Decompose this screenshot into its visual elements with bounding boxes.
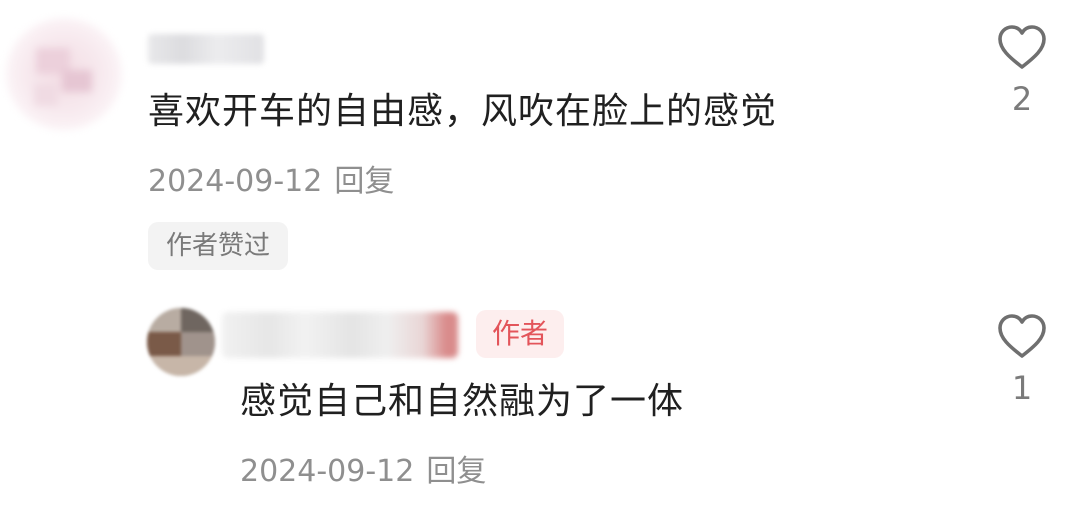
author-badge: 作者 [476, 310, 565, 358]
reply-button[interactable]: 回复 [426, 454, 486, 489]
like-count: 2 [1011, 80, 1033, 118]
reply-date: 2024-09-12 [240, 454, 415, 489]
reply-button[interactable]: 回复 [334, 164, 394, 199]
avatar[interactable] [147, 308, 215, 376]
heart-outline-icon[interactable] [997, 314, 1047, 363]
avatar[interactable] [6, 18, 122, 130]
heart-outline-icon[interactable] [997, 25, 1047, 74]
comment-date: 2024-09-12 [148, 164, 323, 199]
comment-text: 喜欢开车的自由感，风吹在脸上的感觉 [148, 91, 778, 132]
username[interactable] [148, 34, 264, 64]
username[interactable] [222, 312, 458, 358]
like-button[interactable]: 1 [992, 313, 1052, 407]
comment-meta: 2024-09-12 回复 [148, 156, 394, 200]
like-button[interactable]: 2 [992, 24, 1052, 118]
like-count: 1 [1011, 369, 1033, 407]
author-liked-badge: 作者赞过 [148, 222, 289, 270]
reply-text: 感觉自己和自然融为了一体 [240, 381, 685, 422]
reply-meta: 2024-09-12 回复 [240, 446, 486, 490]
